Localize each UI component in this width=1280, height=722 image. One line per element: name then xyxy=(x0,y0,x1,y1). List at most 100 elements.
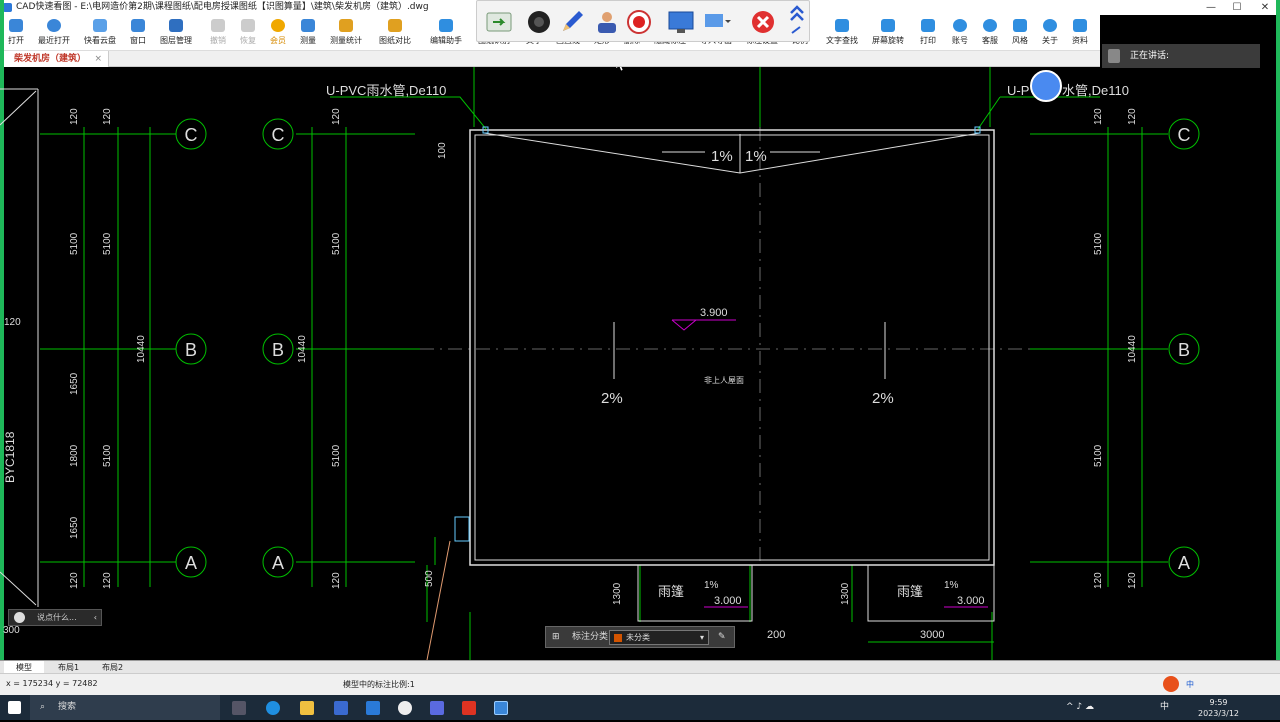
dim-label: 120 xyxy=(69,572,80,589)
dim-label: 120 xyxy=(331,572,342,589)
document-tabs: 柴发机房（建筑） × xyxy=(0,51,1100,67)
calculator-icon[interactable] xyxy=(334,701,348,715)
axis-b-label: B xyxy=(1178,340,1190,360)
dim-label: 5100 xyxy=(102,232,113,255)
open-button[interactable]: 打开 xyxy=(2,17,30,49)
annotation-category-select[interactable]: 未分类 ▾ xyxy=(609,630,709,645)
edit-helper-button[interactable]: 编辑助手 xyxy=(426,17,466,49)
cad-canvas[interactable]: U-PVC雨水管,De110 U-P 水管,De110 CCC BBB AAA … xyxy=(0,67,1280,660)
coordinates: x = 175234 y = 72482 xyxy=(6,679,98,688)
ime-mode[interactable]: 中 xyxy=(1186,679,1194,690)
windows-start-icon[interactable] xyxy=(8,701,21,714)
window-button[interactable]: 窗口 xyxy=(124,17,152,49)
grid-icon[interactable]: ⊞ xyxy=(552,627,560,647)
about-button[interactable]: 关于 xyxy=(1036,17,1064,49)
redo-button[interactable]: 恢复 xyxy=(234,17,262,49)
canopy-elev: 3.000 xyxy=(714,595,742,607)
camera-icon[interactable] xyxy=(525,9,553,35)
clock[interactable]: 9:59 2023/3/12 xyxy=(1198,697,1239,722)
record-icon[interactable] xyxy=(625,9,653,35)
task-view-icon[interactable] xyxy=(232,701,246,715)
chat-input[interactable]: 说点什么... ‹ xyxy=(8,609,102,626)
account-button[interactable]: 账号 xyxy=(946,17,974,49)
tray-ime[interactable]: 中 xyxy=(1160,695,1169,720)
vip-button[interactable]: 会员 xyxy=(264,17,292,49)
pipe-label-left: U-PVC雨水管,De110 xyxy=(326,83,446,98)
search-label: 搜索 xyxy=(58,702,77,712)
collapse-icon[interactable] xyxy=(787,3,807,41)
support-button[interactable]: 客服 xyxy=(976,17,1004,49)
app-icon[interactable] xyxy=(366,701,380,715)
close-button[interactable]: ✕ xyxy=(1252,0,1278,15)
taskbar-search[interactable]: ⌕ 搜索 xyxy=(30,695,220,720)
cloud-button[interactable]: 快看云盘 xyxy=(80,17,120,49)
dim-label: 100 xyxy=(437,142,448,159)
recent-button[interactable]: 最近打开 xyxy=(34,17,74,49)
canopy-label: 雨篷 xyxy=(658,584,684,599)
chevron-down-icon: ▾ xyxy=(699,633,704,642)
speaking-indicator: 正在讲话: xyxy=(1102,44,1260,68)
tab-current-drawing[interactable]: 柴发机房（建筑） × xyxy=(0,51,110,67)
canopy-slope: 1% xyxy=(944,580,959,591)
compare-icon xyxy=(388,19,402,32)
leader-line-orange xyxy=(426,540,451,660)
layout-tabs: 模型 布局1 布局2 xyxy=(0,660,1280,674)
undo-button[interactable]: 撤销 xyxy=(204,17,232,49)
tray-icons[interactable]: ^ ♪ ☁ xyxy=(1066,695,1094,720)
pointer-highlight xyxy=(1030,70,1062,102)
edge-icon[interactable] xyxy=(266,701,280,715)
stop-icon[interactable] xyxy=(749,9,777,35)
tab-close-icon[interactable]: × xyxy=(94,51,102,67)
vip-icon xyxy=(271,19,285,32)
axis-b-label: B xyxy=(185,340,197,360)
cad-viewer-icon[interactable] xyxy=(494,701,508,715)
pipe-label-right-a: U-P xyxy=(1007,83,1029,98)
app-icon[interactable] xyxy=(398,701,412,715)
text-search-button[interactable]: 文字查找 xyxy=(822,17,862,49)
wps-icon[interactable] xyxy=(462,701,476,715)
print-button[interactable]: 打印 xyxy=(914,17,942,49)
measure-button[interactable]: 测量 xyxy=(294,17,322,49)
left-edge-frame xyxy=(0,88,39,607)
undo-icon xyxy=(211,19,225,32)
edit-icon[interactable]: ✎ xyxy=(718,627,726,647)
chat-placeholder: 说点什么... xyxy=(37,613,77,622)
slope-label: 2% xyxy=(601,390,623,407)
explorer-icon[interactable] xyxy=(300,701,314,715)
resources-button[interactable]: 资料 xyxy=(1066,17,1094,49)
canopy-label: 雨篷 xyxy=(897,584,923,599)
slope-label: 1% xyxy=(745,148,767,165)
axis-a-label: A xyxy=(272,553,284,573)
screen-share-icon[interactable] xyxy=(485,9,513,35)
pen-icon[interactable] xyxy=(559,9,587,35)
presenter-icon[interactable] xyxy=(593,9,621,35)
center-lines xyxy=(420,127,1030,565)
ime-logo-icon[interactable] xyxy=(1163,676,1179,692)
dim-label: 5100 xyxy=(69,232,80,255)
roof-type-label: 非上人屋面 xyxy=(704,375,744,385)
headset-icon xyxy=(983,19,997,32)
app-icon xyxy=(3,3,12,12)
display-dropdown-icon[interactable] xyxy=(703,9,731,35)
layers-button[interactable]: 图层管理 xyxy=(156,17,196,49)
search-icon xyxy=(835,19,849,32)
window-title: CAD快速看图 - E:\电网造价第2期\课程图纸\配电房授课图纸【识图算量】\… xyxy=(16,2,429,12)
axis-bubbles xyxy=(175,118,1200,578)
compare-button[interactable]: 图纸对比 xyxy=(374,17,416,49)
pipe-label-right-b: 水管,De110 xyxy=(1062,83,1129,98)
dim-label: 120 xyxy=(331,108,342,125)
chevron-left-icon[interactable]: ‹ xyxy=(94,610,97,625)
dim-label: 120 xyxy=(69,108,80,125)
leader-lines xyxy=(330,96,1100,134)
measure-stats-button[interactable]: 测量统计 xyxy=(326,17,366,49)
redo-icon xyxy=(241,19,255,32)
monitor-icon[interactable] xyxy=(667,9,695,35)
style-button[interactable]: 风格 xyxy=(1006,17,1034,49)
dim-label: 1650 xyxy=(69,516,80,539)
rotate-button[interactable]: 屏幕旋转 xyxy=(868,17,908,49)
minimize-button[interactable]: — xyxy=(1198,0,1224,15)
app-icon[interactable] xyxy=(430,701,444,715)
tab-label: 柴发机房（建筑） xyxy=(14,54,87,64)
maximize-button[interactable]: ☐ xyxy=(1224,0,1250,15)
window-icon xyxy=(131,19,145,32)
